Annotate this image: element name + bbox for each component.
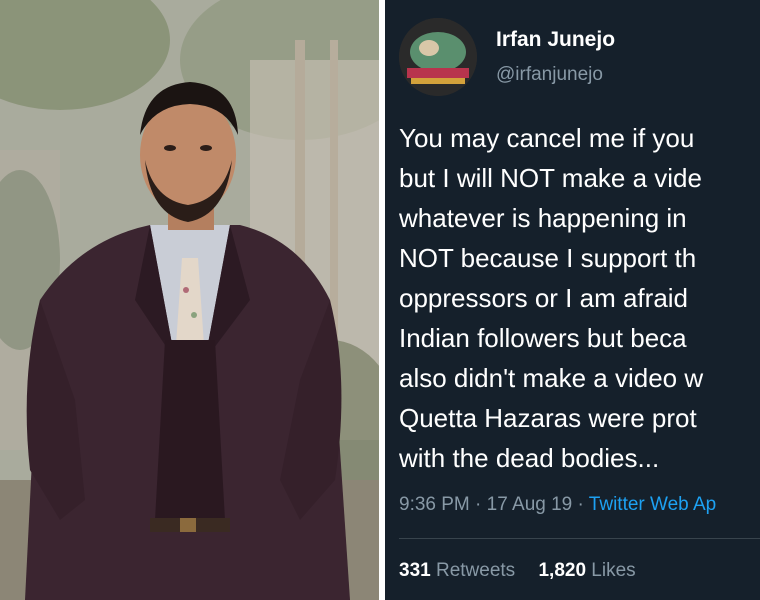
meta-separator: · xyxy=(475,494,482,515)
tweet-line: whatever is happening in xyxy=(399,203,687,233)
divider-line xyxy=(399,538,760,539)
tweet-stats: 331 Retweets 1,820 Likes xyxy=(399,560,654,582)
tweet-line: You may cancel me if you xyxy=(399,123,695,153)
tweet-line: but I will NOT make a vide xyxy=(399,163,702,193)
tweet-card: Irfan Junejo @irfanjunejo You may cancel… xyxy=(385,0,760,600)
tweet-text: You may cancel me if you but I will NOT … xyxy=(399,118,760,478)
retweets-stat[interactable]: 331 Retweets xyxy=(399,560,515,581)
retweets-label: Retweets xyxy=(435,560,516,581)
tweet-line: Quetta Hazaras were prot xyxy=(399,403,697,433)
display-name[interactable]: Irfan Junejo xyxy=(496,28,615,52)
retweets-count: 331 xyxy=(399,560,431,581)
tweet-meta: 9:36 PM · 17 Aug 19 · Twitter Web Ap xyxy=(399,494,716,516)
user-handle[interactable]: @irfanjunejo xyxy=(496,64,603,86)
likes-label: Likes xyxy=(591,560,636,581)
tweet-line: oppressors or I am afraid xyxy=(399,283,689,313)
tweet-line: NOT because I support th xyxy=(399,243,697,273)
tweet-line: with the dead bodies... xyxy=(399,443,660,473)
portrait-illustration xyxy=(0,0,379,600)
tweet-line: also didn't make a video w xyxy=(399,363,704,393)
avatar-image xyxy=(399,18,477,96)
meta-separator: · xyxy=(577,494,584,515)
likes-stat[interactable]: 1,820 Likes xyxy=(538,560,635,581)
tweet-client-link[interactable]: Twitter Web Ap xyxy=(589,494,716,515)
tweet-time[interactable]: 9:36 PM xyxy=(399,494,470,515)
avatar[interactable] xyxy=(399,18,477,96)
likes-count: 1,820 xyxy=(538,560,587,581)
tweet-date[interactable]: 17 Aug 19 xyxy=(487,494,573,515)
tweet-line: Indian followers but beca xyxy=(399,323,687,353)
portrait-photo xyxy=(0,0,379,600)
